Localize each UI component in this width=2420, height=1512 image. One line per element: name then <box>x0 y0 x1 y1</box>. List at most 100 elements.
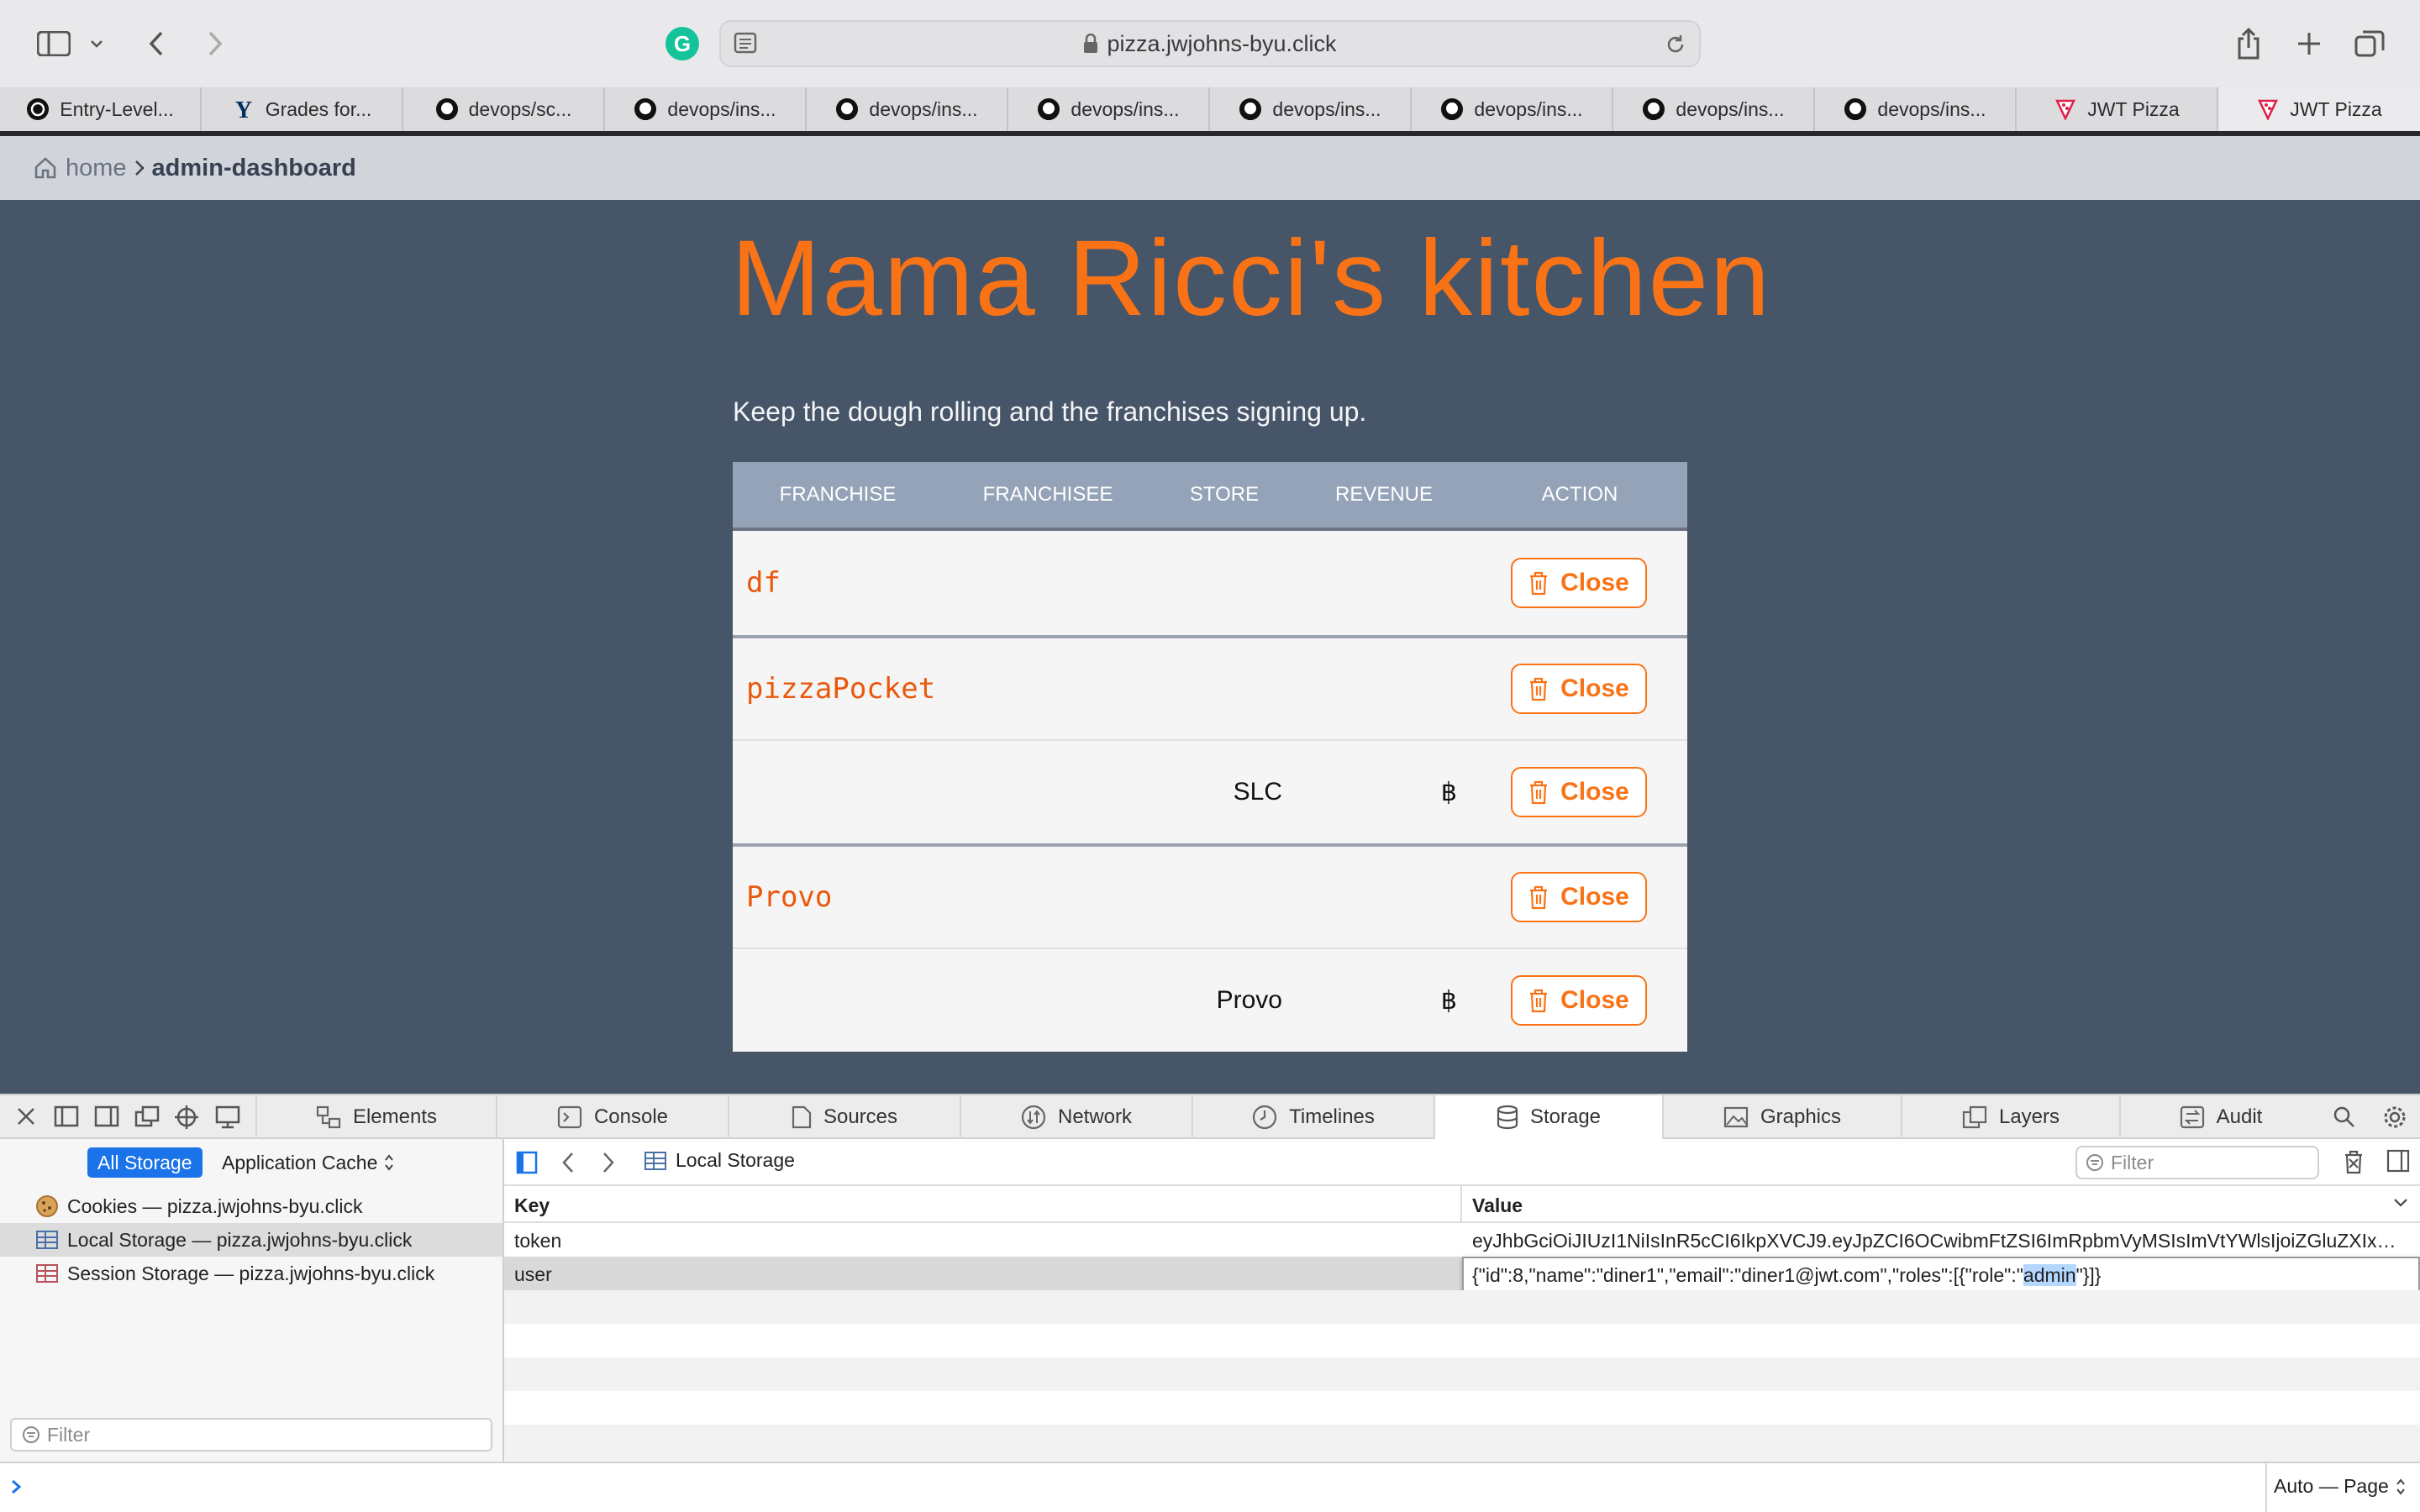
value-column-header[interactable]: Value <box>1472 1194 1523 1217</box>
chevron-down-icon[interactable] <box>86 20 108 67</box>
close-label: Close <box>1560 675 1629 702</box>
undock-icon[interactable] <box>134 1105 160 1127</box>
table-row[interactable]: token eyJhbGciOiJIUzI1NiIsInR5cCI6IkpXVC… <box>504 1223 2420 1257</box>
filter-input[interactable]: Filter <box>2075 1146 2319 1179</box>
sidebar-toggle-icon[interactable] <box>30 20 77 67</box>
storage-item-label: Cookies — pizza.jwjohns-byu.click <box>67 1194 363 1217</box>
back-icon[interactable] <box>561 1151 575 1174</box>
browser-tab[interactable]: JWT Pizza <box>2017 87 2218 131</box>
close-store-button[interactable]: Close <box>1511 975 1647 1026</box>
gear-icon[interactable] <box>2383 1105 2407 1129</box>
all-storage-button[interactable]: All Storage <box>87 1147 203 1178</box>
forward-icon[interactable] <box>198 20 232 67</box>
tab-bar: Entry-Level... Y Grades for... devops/sc.… <box>0 87 2420 136</box>
lock-icon <box>1083 34 1098 54</box>
close-label: Close <box>1560 883 1629 911</box>
page-subtitle: Keep the dough rolling and the franchise… <box>733 396 1367 427</box>
details-sidebar-icon[interactable] <box>2386 1149 2410 1173</box>
tab-console[interactable]: Console <box>496 1095 728 1139</box>
forward-icon[interactable] <box>602 1151 615 1174</box>
toggle-sidebar-icon[interactable] <box>516 1151 538 1174</box>
browser-tab[interactable]: Entry-Level... <box>0 87 202 131</box>
crosshair-icon[interactable] <box>175 1105 198 1129</box>
openai-icon <box>26 97 50 121</box>
storage-item-session-storage[interactable]: Session Storage — pizza.jwjohns-byu.clic… <box>0 1257 502 1290</box>
tab-graphics[interactable]: Graphics <box>1662 1095 1901 1139</box>
home-icon[interactable] <box>34 156 57 180</box>
browser-tab[interactable]: devops/ins... <box>1815 87 2017 131</box>
tab-audit[interactable]: Audit <box>2119 1095 2321 1139</box>
close-franchise-button[interactable]: Close <box>1511 872 1647 922</box>
browser-tab[interactable]: Y Grades for... <box>202 87 403 131</box>
application-cache-label: Application Cache <box>222 1151 378 1173</box>
device-icon[interactable] <box>215 1105 240 1129</box>
table-row-selected[interactable]: user {"id":8,"name":"diner1","email":"di… <box>504 1257 2420 1294</box>
address-bar[interactable]: pizza.jwjohns-byu.click <box>719 20 1701 67</box>
browser-tab[interactable]: devops/ins... <box>807 87 1008 131</box>
breadcrumb-home-link[interactable]: home <box>66 155 127 182</box>
svg-text:Y: Y <box>235 98 252 120</box>
network-icon <box>1021 1105 1046 1130</box>
column-divider[interactable] <box>1460 1186 1462 1221</box>
tab-storage[interactable]: Storage <box>1434 1095 1662 1139</box>
sidebar-filter-input[interactable]: Filter <box>10 1418 492 1452</box>
github-icon <box>1440 97 1464 121</box>
storage-item-local-storage[interactable]: Local Storage — pizza.jwjohns-byu.click <box>0 1223 502 1257</box>
console-prompt-bar[interactable]: Auto — Page <box>0 1462 2420 1512</box>
tab-layers[interactable]: Layers <box>1901 1095 2119 1139</box>
browser-tab[interactable]: devops/ins... <box>1613 87 1815 131</box>
back-icon[interactable] <box>139 20 173 67</box>
store-revenue: ฿ <box>1440 986 1457 1015</box>
key-column-header[interactable]: Key <box>514 1194 550 1217</box>
execution-context-select[interactable]: Auto — Page <box>2274 1475 2406 1498</box>
value-edit-field[interactable]: {"id":8,"name":"diner1","email":"diner1@… <box>1462 1257 2420 1294</box>
tab-label: devops/ins... <box>1877 97 1986 120</box>
browser-tab[interactable]: devops/ins... <box>1008 87 1210 131</box>
filter-icon <box>2086 1153 2104 1172</box>
browser-tab[interactable]: devops/ins... <box>605 87 807 131</box>
byu-y-icon: Y <box>232 97 255 121</box>
page-menu-icon[interactable] <box>733 30 758 55</box>
application-cache-select[interactable]: Application Cache <box>222 1147 394 1178</box>
row-key: token <box>514 1230 562 1252</box>
trash-icon <box>1528 570 1549 596</box>
storage-column-headers: Key Value <box>504 1186 2420 1223</box>
table-row-empty <box>504 1391 2420 1425</box>
elements-icon <box>316 1105 341 1129</box>
dock-side-icon[interactable] <box>94 1105 119 1127</box>
tab-network[interactable]: Network <box>960 1095 1192 1139</box>
browser-tab[interactable]: devops/sc... <box>403 87 605 131</box>
tab-label: Sources <box>823 1105 898 1128</box>
breadcrumb-current: admin-dashboard <box>151 154 356 181</box>
chevron-down-icon[interactable] <box>2393 1198 2408 1208</box>
page-content: Mama Ricci's kitchen Keep the dough roll… <box>0 200 2420 1094</box>
browser-tab-active[interactable]: JWT Pizza <box>2218 87 2420 131</box>
dock-bottom-icon[interactable] <box>54 1105 79 1127</box>
svg-text:G: G <box>674 31 691 56</box>
close-icon[interactable] <box>15 1105 37 1127</box>
browser-tab[interactable]: devops/ins... <box>1412 87 1613 131</box>
trash-icon <box>1528 780 1549 805</box>
grammarly-icon[interactable]: G <box>662 20 702 67</box>
close-franchise-button[interactable]: Close <box>1511 664 1647 714</box>
tab-overview-icon[interactable] <box>2351 20 2388 67</box>
share-icon[interactable] <box>2230 20 2267 67</box>
updown-chevron-icon <box>2396 1478 2406 1496</box>
column-header: REVENUE <box>1334 483 1434 506</box>
tab-elements[interactable]: Elements <box>255 1095 496 1139</box>
search-icon[interactable] <box>2333 1105 2356 1129</box>
table-row-empty <box>504 1290 2420 1324</box>
trash-icon <box>1528 885 1549 910</box>
close-franchise-button[interactable]: Close <box>1511 558 1647 608</box>
tab-label: Network <box>1057 1105 1133 1128</box>
close-store-button[interactable]: Close <box>1511 767 1647 817</box>
document-icon <box>792 1105 812 1129</box>
reload-icon[interactable] <box>1664 33 1687 56</box>
tab-sources[interactable]: Sources <box>728 1095 960 1139</box>
delete-icon[interactable] <box>2343 1149 2365 1174</box>
execution-context-label: Auto — Page <box>2274 1475 2389 1497</box>
new-tab-icon[interactable] <box>2291 20 2328 67</box>
tab-timelines[interactable]: Timelines <box>1192 1095 1434 1139</box>
storage-item-cookies[interactable]: Cookies — pizza.jwjohns-byu.click <box>0 1189 502 1223</box>
browser-tab[interactable]: devops/ins... <box>1210 87 1412 131</box>
